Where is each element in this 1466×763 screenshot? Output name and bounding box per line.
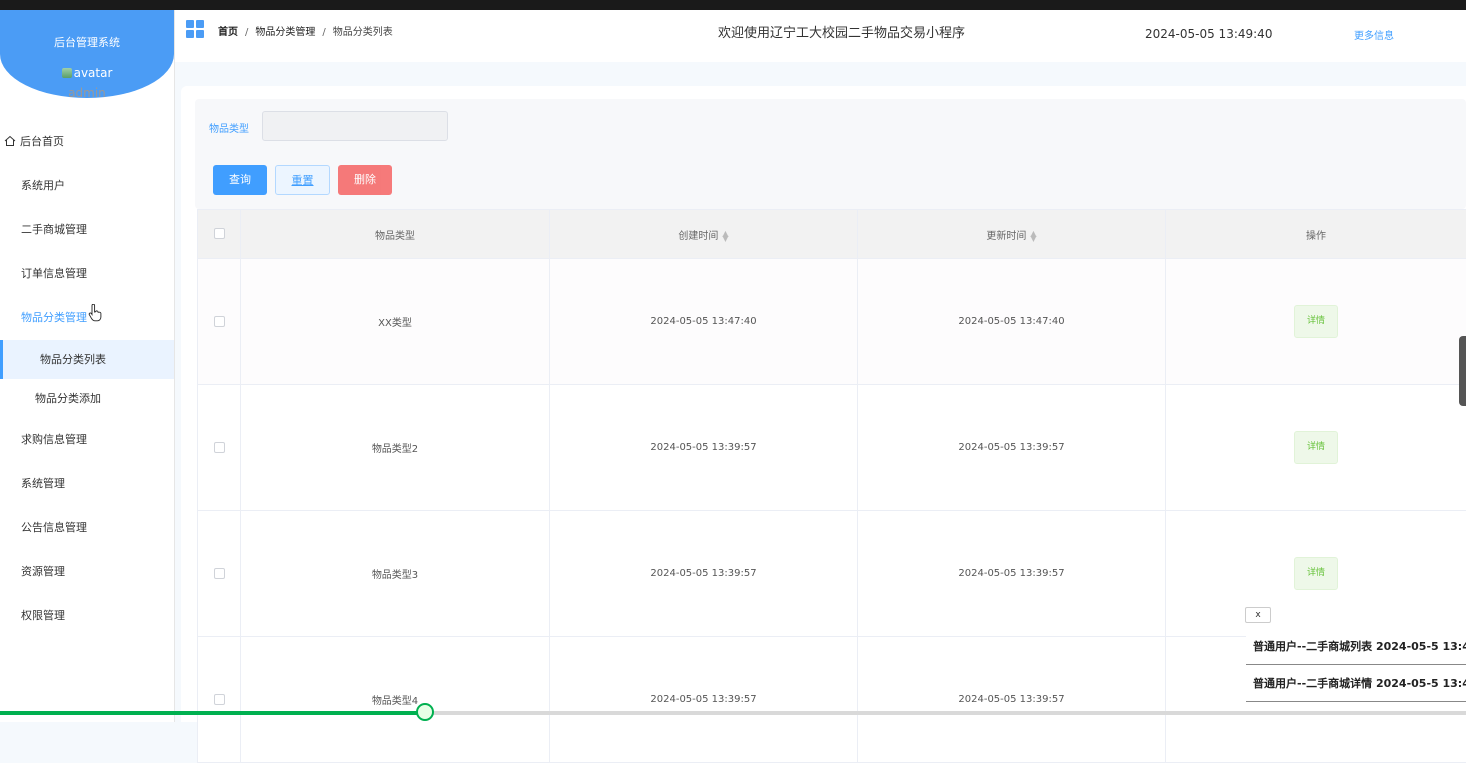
table-row: 物品类型2 2024-05-05 13:39:57 2024-05-05 13:… [198, 385, 1466, 511]
query-button[interactable]: 查询 [213, 165, 267, 195]
hand-cursor-icon [88, 304, 102, 322]
notification-item[interactable]: 普通用户--二手商城列表 2024-05-5 13:42 [1246, 629, 1466, 665]
delete-button[interactable]: 删除 [338, 165, 392, 195]
table-row: XX类型 2024-05-05 13:47:40 2024-05-05 13:4… [198, 259, 1466, 385]
sidebar-item-orders[interactable]: 订单信息管理 [0, 252, 174, 296]
category-type-input[interactable] [262, 111, 448, 141]
cell-updated: 2024-05-05 13:39:57 [858, 637, 1166, 763]
sidebar-item-purchase-requests[interactable]: 求购信息管理 [0, 418, 174, 462]
breadcrumb: 首页/物品分类管理/物品分类列表 [218, 23, 393, 38]
cell-actions: 详情 [1166, 511, 1466, 637]
sidebar-item-label: 资源管理 [21, 565, 65, 578]
column-header-type: 物品类型 [241, 210, 550, 259]
avatar-alt-text: avatar [74, 66, 113, 80]
cell-created: 2024-05-05 13:39:57 [550, 637, 858, 763]
cell-created: 2024-05-05 13:39:57 [550, 511, 858, 637]
breadcrumb-category-list: 物品分类列表 [333, 27, 393, 38]
sidebar-item-second-hand-mall[interactable]: 二手商城管理 [0, 208, 174, 252]
home-icon [4, 135, 16, 147]
column-header-label: 更新时间 [986, 231, 1026, 242]
cell-updated: 2024-05-05 13:39:57 [858, 511, 1166, 637]
sidebar-item-announcements[interactable]: 公告信息管理 [0, 506, 174, 550]
welcome-text: 欢迎使用辽宁工大校园二手物品交易小程序 [718, 22, 965, 41]
scrollbar-thumb[interactable] [1459, 336, 1466, 406]
detail-button[interactable]: 详情 [1294, 305, 1338, 338]
sidebar-item-category-management[interactable]: 物品分类管理 [0, 296, 174, 340]
progress-fill [0, 711, 425, 715]
cell-type: 物品类型2 [241, 385, 550, 511]
detail-button[interactable]: 详情 [1294, 557, 1338, 590]
sidebar-item-permissions[interactable]: 权限管理 [0, 594, 174, 638]
progress-knob[interactable] [416, 703, 434, 721]
sidebar-subitem-category-list[interactable]: 物品分类列表 [0, 340, 174, 379]
top-header: 首页/物品分类管理/物品分类列表 欢迎使用辽宁工大校园二手物品交易小程序 202… [175, 10, 1466, 62]
detail-button[interactable]: 详情 [1294, 431, 1338, 464]
sidebar-item-label: 权限管理 [21, 609, 65, 622]
username: admin [0, 86, 174, 100]
cell-updated: 2024-05-05 13:39:57 [858, 385, 1166, 511]
select-all-checkbox[interactable] [214, 228, 225, 239]
sidebar-item-label: 后台首页 [20, 135, 64, 148]
breadcrumb-home[interactable]: 首页 [218, 27, 238, 38]
select-all-cell[interactable] [198, 210, 241, 259]
cell-type: 物品类型3 [241, 511, 550, 637]
menu-grid-icon[interactable] [186, 20, 204, 38]
playback-progress[interactable] [0, 708, 1466, 722]
sort-caret-icon[interactable]: ▲▼ [722, 231, 728, 241]
row-checkbox[interactable] [214, 442, 225, 453]
sidebar-item-label: 二手商城管理 [21, 223, 87, 236]
sidebar-item-label: 系统管理 [21, 477, 65, 490]
cell-created: 2024-05-05 13:39:57 [550, 385, 858, 511]
row-checkbox[interactable] [214, 694, 225, 705]
column-header-label: 创建时间 [678, 231, 718, 242]
broken-image-icon [62, 68, 72, 78]
cell-actions: 详情 [1166, 259, 1466, 385]
column-header-actions: 操作 [1166, 210, 1466, 259]
sidebar-item-label: 系统用户 [21, 179, 65, 192]
sidebar-item-label: 订单信息管理 [21, 267, 87, 280]
notification-close-button[interactable]: x [1245, 607, 1271, 623]
sidebar-item-label: 公告信息管理 [21, 521, 87, 534]
sidebar-subitem-label: 物品分类添加 [35, 392, 101, 405]
sidebar: 后台管理系统 avatar admin 后台首页 系统用户 二手商城管理 订单信… [0, 10, 175, 722]
table-row: 物品类型3 2024-05-05 13:39:57 2024-05-05 13:… [198, 511, 1466, 637]
column-header-created[interactable]: 创建时间 ▲▼ [550, 210, 858, 259]
breadcrumb-category-management[interactable]: 物品分类管理 [255, 27, 315, 38]
table-header-row: 物品类型 创建时间 ▲▼ 更新时间 ▲▼ 操作 [198, 210, 1466, 259]
cell-created: 2024-05-05 13:47:40 [550, 259, 858, 385]
sidebar-item-label: 物品分类管理 [21, 311, 87, 324]
sidebar-item-system-users[interactable]: 系统用户 [0, 164, 174, 208]
sidebar-item-home[interactable]: 后台首页 [0, 120, 174, 164]
row-checkbox[interactable] [214, 316, 225, 327]
current-datetime: 2024-05-05 13:49:40 [1145, 27, 1272, 41]
sidebar-item-resources[interactable]: 资源管理 [0, 550, 174, 594]
avatar: avatar [0, 66, 174, 80]
sidebar-item-label: 求购信息管理 [21, 433, 87, 446]
sort-caret-icon[interactable]: ▲▼ [1030, 231, 1036, 241]
notification-item[interactable]: 普通用户--二手商城详情 2024-05-5 13:42 [1246, 666, 1466, 702]
category-type-label: 物品类型 [209, 120, 249, 135]
row-checkbox[interactable] [214, 568, 225, 579]
main-content: 物品类型 查询 重置 删除 物品类型 创建时间 ▲▼ 更新时间 ▲▼ 操作 XX类型… [181, 86, 1466, 722]
sidebar-subitem-label: 物品分类列表 [40, 353, 106, 366]
column-header-updated[interactable]: 更新时间 ▲▼ [858, 210, 1166, 259]
more-info-link[interactable]: 更多信息 [1354, 27, 1394, 42]
cell-type: 物品类型4 [241, 637, 550, 763]
cell-updated: 2024-05-05 13:47:40 [858, 259, 1166, 385]
reset-button[interactable]: 重置 [275, 165, 330, 195]
sidebar-menu: 后台首页 系统用户 二手商城管理 订单信息管理 物品分类管理 物品分类列表 物品… [0, 120, 174, 638]
sidebar-item-system-management[interactable]: 系统管理 [0, 462, 174, 506]
cell-actions: 详情 [1166, 385, 1466, 511]
window-top-strip [0, 0, 1466, 10]
search-panel: 物品类型 查询 重置 删除 [195, 99, 1466, 209]
brand-header: 后台管理系统 avatar [0, 10, 174, 98]
sidebar-subitem-category-add[interactable]: 物品分类添加 [0, 379, 174, 418]
cell-type: XX类型 [241, 259, 550, 385]
app-title: 后台管理系统 [0, 34, 174, 50]
